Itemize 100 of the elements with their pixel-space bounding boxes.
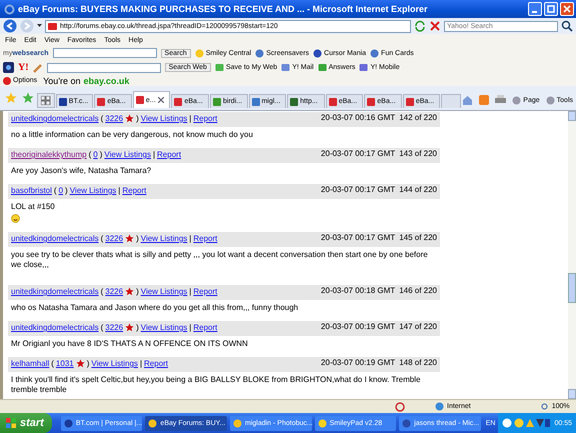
bracket: ) (86, 359, 90, 368)
report-link[interactable]: Report (193, 234, 218, 243)
start-button[interactable]: start (0, 413, 52, 433)
favorites-star-icon[interactable] (5, 92, 17, 104)
report-link[interactable]: Report (144, 359, 168, 368)
feedback-link[interactable]: 3226 (105, 234, 124, 243)
username-link[interactable]: unitedkingdomelectricals (11, 323, 99, 332)
feedback-link[interactable]: 0 (93, 150, 98, 159)
site-icon (58, 98, 67, 106)
post-time: 20-03-07 00:19 GMT (320, 358, 396, 367)
view-listings-link[interactable]: View Listings (91, 359, 138, 368)
report-link[interactable]: Report (157, 150, 182, 159)
tray-icons-drawing[interactable] (502, 418, 550, 428)
app-icon[interactable] (3, 62, 14, 73)
post-time: 20-03-07 00:18 GMT (320, 286, 396, 295)
button-icon (318, 63, 327, 72)
site-icon (213, 98, 222, 106)
report-link[interactable]: Report (193, 287, 218, 296)
feedback-link[interactable]: 1031 (56, 359, 74, 368)
post-number: 142 of 220 (399, 113, 437, 122)
app-icon (64, 418, 73, 428)
bracket: ( (100, 234, 104, 243)
search-field[interactable] (46, 62, 161, 72)
bracket: ( (88, 150, 92, 159)
zoom-icon (540, 402, 549, 410)
bracket: ) (136, 234, 139, 243)
site-icon (48, 22, 57, 30)
report-link[interactable]: Report (193, 114, 218, 123)
add-favorite-icon[interactable] (22, 92, 34, 104)
caret-icon[interactable] (37, 24, 42, 28)
button-icon (281, 63, 290, 72)
post-text: Are yoy Jason's wife, Natasha Tamara? (11, 166, 152, 176)
home-icon[interactable] (462, 95, 474, 105)
site-icon (136, 96, 144, 104)
view-listings-link[interactable]: View Listings (140, 114, 188, 123)
new-tab-button[interactable] (441, 94, 462, 108)
post-number: 143 of 220 (399, 149, 437, 158)
username-link[interactable]: basofbristol (11, 186, 52, 195)
close-icon[interactable] (158, 97, 164, 103)
post-time: 20-03-07 00:17 GMT (320, 185, 396, 194)
minimize-button[interactable] (528, 2, 542, 16)
search-icon[interactable] (561, 20, 573, 32)
bracket: ( (100, 287, 104, 296)
post-time: 20-03-07 00:17 GMT (320, 233, 396, 242)
view-listings-link[interactable]: View Listings (140, 234, 188, 243)
maximize-button[interactable] (544, 2, 558, 16)
bracket: ) (65, 186, 68, 195)
site-icon (174, 98, 182, 106)
username-link[interactable]: kelhamhall (11, 359, 50, 368)
view-listings-link[interactable]: View Listings (104, 150, 151, 159)
separator: | (189, 114, 192, 123)
username-link[interactable]: unitedkingdomelectricals (11, 114, 99, 123)
report-link[interactable]: Report (193, 323, 218, 332)
bracket: ) (136, 287, 139, 296)
separator: | (140, 359, 142, 368)
post-time: 20-03-07 00:16 GMT (320, 113, 396, 122)
print-icon[interactable] (495, 95, 506, 105)
toolbar-message: You're on (43, 76, 81, 86)
bracket: ( (51, 359, 54, 368)
options-icon (3, 76, 11, 84)
scrollbar[interactable] (568, 111, 576, 399)
post-number: 145 of 220 (399, 233, 437, 242)
feedback-link[interactable]: 3226 (105, 114, 124, 123)
post-text: LOL at #150 (11, 202, 55, 212)
back-icon[interactable] (3, 19, 17, 33)
post-time: 20-03-07 00:17 GMT (320, 149, 396, 158)
feed-icon[interactable] (479, 95, 490, 105)
feedback-link[interactable]: 0 (58, 186, 64, 195)
username-link[interactable]: unitedkingdomelectricals (11, 287, 99, 296)
app-icon (318, 418, 327, 428)
post-number: 146 of 220 (399, 286, 437, 295)
username-link[interactable]: theoriginalekkythump (11, 150, 87, 159)
close-button[interactable] (560, 2, 574, 16)
username-link[interactable]: unitedkingdomelectricals (11, 234, 99, 243)
bracket: ( (54, 186, 57, 195)
link-icon (255, 48, 264, 58)
pencil-icon[interactable] (32, 62, 43, 72)
post-text: Mr Origianl you have 8 ID'S THATS A N OFFENCE ON ITS OWNN (11, 339, 248, 349)
site-icon (406, 98, 414, 106)
command-icon (512, 96, 522, 104)
quick-tabs-button[interactable] (37, 93, 55, 108)
site-icon (367, 98, 376, 106)
view-listings-link[interactable]: View Listings (70, 186, 116, 195)
feedback-link[interactable]: 3226 (105, 323, 124, 332)
yahoo-logo[interactable]: Y! (18, 62, 29, 73)
search-field[interactable] (52, 48, 157, 58)
post-text: you see try to be clever thats what is silly and petty ,,, you lot want a decent conversation then start one by one before we close,,, (11, 250, 429, 270)
post-number: 148 of 220 (399, 358, 437, 367)
bracket: ( (100, 323, 104, 332)
link-icon (370, 48, 380, 58)
command-icon (546, 96, 555, 104)
view-listings-link[interactable]: View Listings (140, 287, 188, 296)
feedback-link[interactable]: 3226 (105, 287, 124, 296)
post-text: who os Natasha Tamara and Jason where do you get all this from,,, funny though (11, 303, 298, 313)
stop-icon[interactable] (429, 20, 441, 32)
refresh-icon[interactable] (414, 20, 426, 32)
post-text: no a little information can be very dangerous, not know much do you (11, 130, 253, 140)
report-link[interactable]: Report (122, 186, 146, 195)
post-number: 144 of 220 (399, 185, 437, 194)
view-listings-link[interactable]: View Listings (140, 323, 188, 332)
